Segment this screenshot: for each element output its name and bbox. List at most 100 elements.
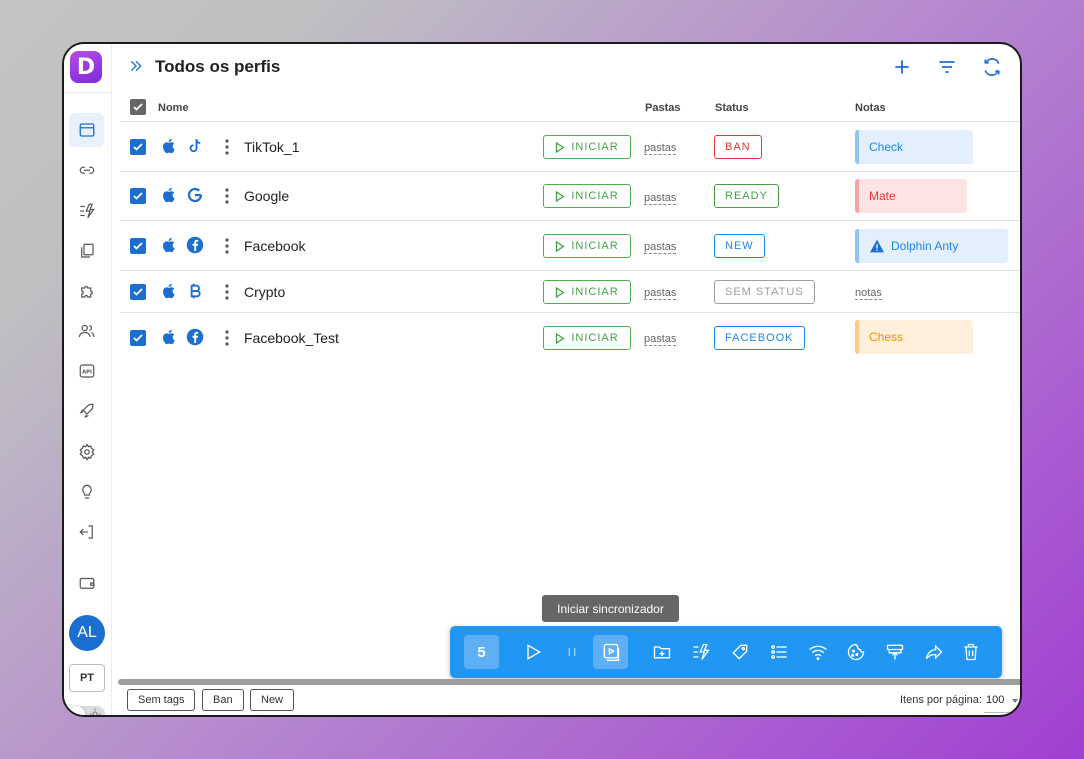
profile-name[interactable]: TikTok_1: [244, 139, 300, 155]
selected-count: 5: [464, 635, 499, 669]
sidebar-item-wallet[interactable]: [69, 566, 104, 600]
tag-filter[interactable]: New: [250, 689, 295, 711]
row-checkbox[interactable]: [130, 188, 146, 204]
profile-name[interactable]: Facebook: [244, 238, 305, 254]
sidebar-item-logout[interactable]: [69, 515, 104, 549]
folders-field[interactable]: pastas: [644, 287, 677, 300]
row-checkbox[interactable]: [130, 238, 146, 254]
more-options-button[interactable]: [224, 330, 230, 351]
status-badge[interactable]: FACEBOOK: [714, 326, 805, 350]
sidebar-item-profiles[interactable]: [69, 113, 104, 147]
dropdown-arrow-icon: [1012, 699, 1018, 703]
add-profile-button[interactable]: [890, 55, 914, 79]
expand-sidebar-button[interactable]: [128, 58, 144, 79]
more-vertical-icon: [225, 330, 229, 346]
sync-icon: [603, 643, 619, 661]
start-button[interactable]: INICIAR: [543, 184, 631, 208]
tags-button[interactable]: [727, 639, 753, 665]
status-list-button[interactable]: [766, 639, 792, 665]
note-badge[interactable]: Dolphin Anty: [855, 229, 1008, 263]
double-chevron-right-icon: [130, 60, 142, 72]
profile-name[interactable]: Crypto: [244, 284, 285, 300]
proxy-button[interactable]: [805, 639, 831, 665]
api-icon: API: [79, 364, 94, 378]
table-header: Nome Pastas Status Notas: [120, 92, 1020, 122]
language-button[interactable]: PT: [69, 664, 105, 692]
column-name[interactable]: Nome: [158, 102, 189, 114]
select-all-checkbox[interactable]: [130, 99, 146, 115]
status-badge[interactable]: READY: [714, 184, 779, 208]
profile-name[interactable]: Facebook_Test: [244, 330, 339, 346]
sidebar-item-api[interactable]: API: [69, 354, 104, 388]
theme-toggle[interactable]: [69, 706, 105, 715]
refresh-icon: [984, 58, 1000, 76]
folders-field[interactable]: pastas: [644, 142, 677, 155]
transfer-button[interactable]: [921, 639, 947, 665]
pause-selected-button[interactable]: [559, 639, 585, 665]
more-options-button[interactable]: [224, 188, 230, 209]
facebook-icon: [186, 236, 204, 254]
check-icon: [133, 192, 143, 200]
start-selected-button[interactable]: [520, 639, 546, 665]
more-options-button[interactable]: [224, 139, 230, 160]
export-button[interactable]: [882, 639, 908, 665]
footer: Sem tags Ban New Itens por página: 100: [112, 685, 1020, 715]
share-icon: [925, 644, 943, 660]
table-row[interactable]: Facebook INICIAR pastas NEW Dolphin Anty: [120, 221, 1020, 271]
sidebar-item-links[interactable]: [69, 154, 104, 188]
sidebar-item-users[interactable]: [69, 314, 104, 348]
delete-button[interactable]: [958, 639, 984, 665]
play-icon: [556, 190, 566, 202]
check-icon: [133, 242, 143, 250]
table-row[interactable]: Facebook_Test INICIAR pastas FACEBOOK Ch…: [120, 313, 1020, 361]
more-options-button[interactable]: [224, 238, 230, 259]
profile-name[interactable]: Google: [244, 188, 289, 204]
sidebar-item-copy[interactable]: [69, 234, 104, 268]
start-button[interactable]: INICIAR: [543, 280, 631, 304]
header: Todos os perfis: [112, 44, 1020, 90]
puzzle-icon: [80, 285, 93, 298]
status-badge[interactable]: BAN: [714, 135, 762, 159]
refresh-button[interactable]: [980, 55, 1004, 79]
app-logo[interactable]: D: [70, 51, 102, 83]
start-button[interactable]: INICIAR: [543, 234, 631, 258]
note-badge[interactable]: Mate: [855, 179, 967, 213]
status-badge[interactable]: NEW: [714, 234, 765, 258]
check-icon: [133, 288, 143, 296]
list-icon: [771, 645, 787, 659]
sidebar-item-settings[interactable]: [69, 435, 104, 469]
add-to-folder-button[interactable]: [649, 639, 675, 665]
row-checkbox[interactable]: [130, 284, 146, 300]
row-checkbox[interactable]: [130, 330, 146, 346]
items-per-page-select[interactable]: 100: [984, 691, 1020, 713]
table-row[interactable]: TikTok_1 INICIAR pastas BAN Check: [120, 122, 1020, 172]
copy-icon: [80, 243, 94, 258]
avatar[interactable]: AL: [69, 615, 105, 651]
folders-field[interactable]: pastas: [644, 333, 677, 346]
note-badge[interactable]: Check: [855, 130, 973, 164]
note-badge[interactable]: Chess: [855, 320, 973, 354]
notes-field[interactable]: notas: [855, 287, 882, 300]
sidebar-item-launch[interactable]: [69, 394, 104, 428]
row-checkbox[interactable]: [130, 139, 146, 155]
more-options-button[interactable]: [224, 284, 230, 305]
cookies-button[interactable]: [843, 639, 869, 665]
start-button[interactable]: INICIAR: [543, 135, 631, 159]
table-row[interactable]: Google INICIAR pastas READY Mate: [120, 172, 1020, 221]
apple-icon: [160, 186, 178, 204]
start-button[interactable]: INICIAR: [543, 326, 631, 350]
sun-icon: [89, 708, 101, 715]
sidebar-item-tips[interactable]: [69, 475, 104, 509]
tag-filter[interactable]: Sem tags: [127, 689, 196, 711]
sidebar-item-extensions[interactable]: [69, 274, 104, 308]
start-sync-button[interactable]: [593, 635, 628, 669]
automation-button[interactable]: [688, 639, 714, 665]
table-row[interactable]: Crypto INICIAR pastas SEM STATUS notas: [120, 271, 1020, 313]
folders-field[interactable]: pastas: [644, 192, 677, 205]
folders-field[interactable]: pastas: [644, 241, 677, 254]
filter-button[interactable]: [935, 55, 959, 79]
export-icon: [886, 644, 904, 660]
tag-filter[interactable]: Ban: [202, 689, 244, 711]
status-badge[interactable]: SEM STATUS: [714, 280, 815, 304]
sidebar-item-automation[interactable]: [69, 194, 104, 228]
